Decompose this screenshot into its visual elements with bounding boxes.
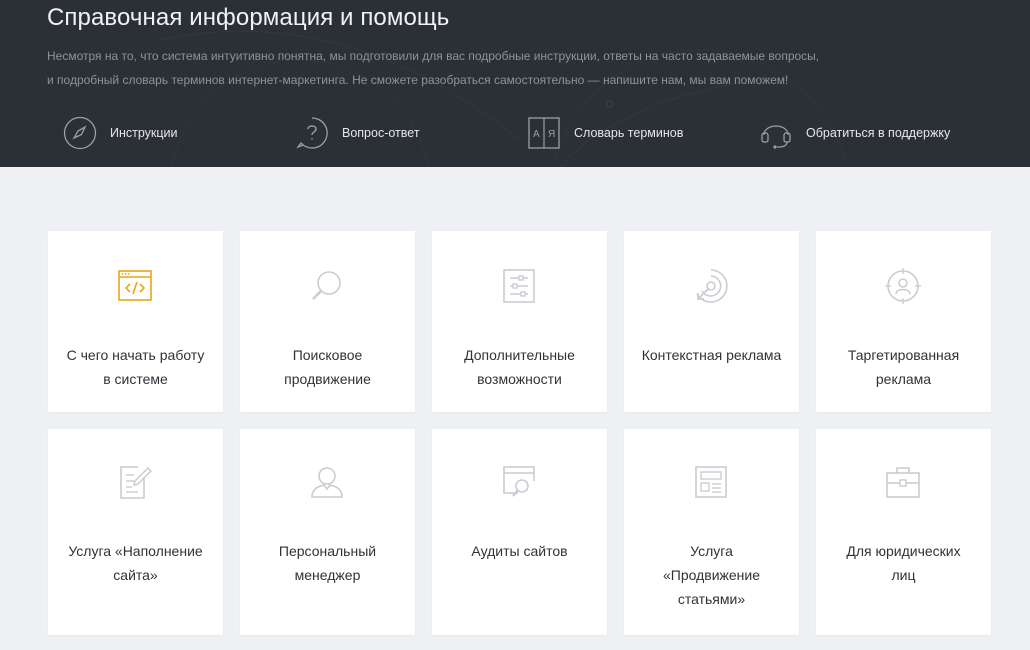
edit-document-icon [120, 466, 153, 499]
help-header: Справочная информация и помощь Несмотря … [0, 0, 1030, 167]
nav-dictionary[interactable]: AЯ Словарь терминов [526, 114, 683, 152]
card-label: С чего начать работу в системе [66, 347, 205, 387]
article-icon [695, 466, 727, 498]
card-legal-entities[interactable]: Для юридических лиц [816, 429, 991, 635]
compass-icon [62, 115, 98, 151]
card-getting-started[interactable]: С чего начать работу в системе [48, 231, 223, 412]
card-label: Персональный менеджер [278, 543, 377, 583]
card-label: Для юридических лиц [846, 543, 961, 583]
nav-instructions[interactable]: Инструкции [62, 114, 178, 152]
card-search-promotion[interactable]: Поисковое продвижение [240, 231, 415, 412]
headset-icon [758, 115, 794, 151]
user-target-icon [885, 268, 921, 304]
sliders-icon [503, 269, 535, 303]
nav-dictionary-label: Словарь терминов [574, 126, 684, 140]
card-label: Дополнительные возможности [464, 347, 575, 387]
header-description-line-1: Несмотря на то, что система интуитивно п… [47, 49, 820, 63]
audit-icon [503, 466, 535, 497]
card-personal-manager[interactable]: Персональный менеджер [240, 429, 415, 635]
card-label: Услуга «Продвижение статьями» [662, 543, 761, 607]
card-targeted-ads[interactable]: Таргетированная реклама [816, 231, 991, 412]
dictionary-icon: AЯ [526, 115, 562, 151]
card-content-service[interactable]: Услуга «Наполнение сайта» [48, 429, 223, 635]
briefcase-icon [886, 467, 920, 498]
target-click-icon [696, 269, 728, 303]
nav-instructions-label: Инструкции [110, 126, 178, 140]
page-title: Справочная информация и помощь [47, 4, 450, 31]
search-icon [312, 271, 341, 300]
person-icon [311, 467, 343, 498]
question-icon [294, 115, 330, 151]
nav-faq-label: Вопрос-ответ [342, 126, 420, 140]
nav-support[interactable]: Обратиться в поддержку [758, 114, 950, 152]
nav-support-label: Обратиться в поддержку [806, 126, 951, 140]
card-contextual-ads[interactable]: Контекстная реклама [624, 231, 799, 412]
card-additional-features[interactable]: Дополнительные возможности [432, 231, 607, 412]
card-site-audits[interactable]: Аудиты сайтов [432, 429, 607, 635]
code-window-icon [118, 270, 152, 301]
svg-text:Я: Я [548, 129, 555, 140]
card-label: Таргетированная реклама [847, 347, 960, 387]
header-description-line-2: и подробный словарь терминов интернет-ма… [47, 73, 789, 87]
nav-faq[interactable]: Вопрос-ответ [294, 114, 420, 152]
svg-text:A: A [533, 129, 540, 140]
card-article-promotion[interactable]: Услуга «Продвижение статьями» [624, 429, 799, 635]
card-label: Аудиты сайтов [471, 543, 568, 559]
card-label: Поисковое продвижение [284, 347, 371, 387]
card-label: Контекстная реклама [641, 347, 782, 363]
card-label: Услуга «Наполнение сайта» [68, 543, 203, 583]
